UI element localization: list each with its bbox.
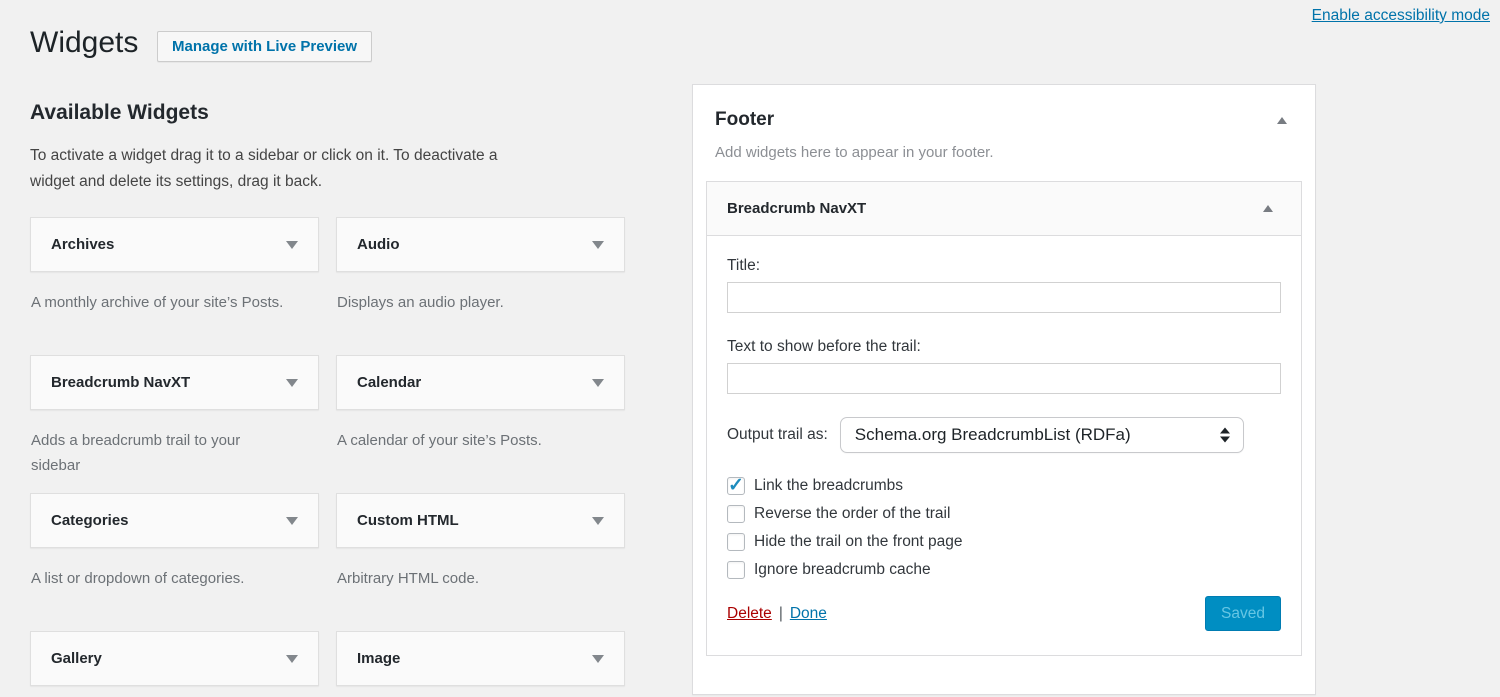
widget-card-title: Breadcrumb NavXT — [51, 374, 190, 391]
ignore-cache-checkbox[interactable]: ✓ — [727, 561, 745, 579]
widget-cell-image: Image — [336, 631, 625, 697]
widgets-admin-page: Enable accessibility mode Widgets Manage… — [0, 0, 1500, 697]
widget-card-title: Gallery — [51, 650, 102, 667]
link-breadcrumbs-checkbox[interactable]: ✓ — [727, 477, 745, 495]
output-trail-row: Output trail as: Schema.org BreadcrumbLi… — [727, 417, 1281, 453]
widget-cell-gallery: Gallery — [30, 631, 319, 697]
checkbox-label: Reverse the order of the trail — [754, 505, 950, 523]
widget-card-gallery[interactable]: Gallery — [30, 631, 319, 686]
page-title: Widgets — [30, 26, 138, 60]
checkbox-row-link-breadcrumbs[interactable]: ✓ Link the breadcrumbs — [727, 477, 1281, 495]
widget-cell-calendar: Calendar A calendar of your site’s Posts… — [336, 355, 625, 493]
footer-panel-title: Footer — [715, 109, 774, 131]
title-field-label: Title: — [727, 257, 1281, 275]
widget-description: A calendar of your site’s Posts. — [336, 429, 591, 454]
checkbox-row-ignore-cache[interactable]: ✓ Ignore breadcrumb cache — [727, 561, 1281, 579]
chevron-down-icon — [592, 655, 604, 663]
widget-cell-audio: Audio Displays an audio player. — [336, 217, 625, 355]
enable-accessibility-mode-link[interactable]: Enable accessibility mode — [1312, 7, 1490, 25]
widget-description: A list or dropdown of categories. — [30, 567, 285, 592]
widget-card-audio[interactable]: Audio — [336, 217, 625, 272]
chevron-down-icon — [592, 241, 604, 249]
checkbox-label: Link the breadcrumbs — [754, 477, 903, 495]
widget-description: Displays an audio player. — [336, 291, 591, 316]
delete-link[interactable]: Delete — [727, 605, 772, 623]
widget-card-title: Archives — [51, 236, 114, 253]
collapse-up-icon[interactable] — [1263, 205, 1273, 212]
widget-cell-categories: Categories A list or dropdown of categor… — [30, 493, 319, 631]
breadcrumb-navxt-widget-header[interactable]: Breadcrumb NavXT — [707, 182, 1301, 236]
link-separator: | — [779, 605, 783, 623]
widget-description: Adds a breadcrumb trail to your sidebar — [30, 429, 285, 479]
pretext-field-label: Text to show before the trail: — [727, 338, 1281, 356]
widget-cell-archives: Archives A monthly archive of your site’… — [30, 217, 319, 355]
widget-card-image[interactable]: Image — [336, 631, 625, 686]
options-checkbox-group: ✓ Link the breadcrumbs ✓ Reverse the ord… — [727, 477, 1281, 579]
available-widgets-description: To activate a widget drag it to a sideba… — [30, 143, 542, 194]
widget-card-categories[interactable]: Categories — [30, 493, 319, 548]
widget-card-custom-html[interactable]: Custom HTML — [336, 493, 625, 548]
footer-sidebar-panel: Footer Add widgets here to appear in you… — [692, 84, 1316, 695]
widget-card-calendar[interactable]: Calendar — [336, 355, 625, 410]
widget-card-archives[interactable]: Archives — [30, 217, 319, 272]
widget-card-title: Calendar — [357, 374, 421, 391]
breadcrumb-navxt-settings-form: Title: Text to show before the trail: Ou… — [707, 236, 1301, 655]
chevron-down-icon — [592, 517, 604, 525]
output-trail-label: Output trail as: — [727, 426, 828, 444]
widget-actions-row: Delete | Done Saved — [727, 596, 1281, 631]
breadcrumb-navxt-expanded-widget: Breadcrumb NavXT Title: Text to show bef… — [706, 181, 1302, 656]
pretext-input[interactable] — [727, 363, 1281, 394]
checkbox-label: Hide the trail on the front page — [754, 533, 963, 551]
widget-card-breadcrumb-navxt[interactable]: Breadcrumb NavXT — [30, 355, 319, 410]
checkbox-row-reverse-order[interactable]: ✓ Reverse the order of the trail — [727, 505, 1281, 523]
checkmark-icon: ✓ — [728, 474, 744, 497]
footer-panel-description: Add widgets here to appear in your foote… — [715, 144, 1293, 161]
breadcrumb-navxt-widget-title: Breadcrumb NavXT — [727, 200, 866, 217]
output-trail-select[interactable]: Schema.org BreadcrumbList (RDFa) — [840, 417, 1244, 453]
widget-description: Arbitrary HTML code. — [336, 567, 591, 592]
checkbox-label: Ignore breadcrumb cache — [754, 561, 931, 579]
manage-with-live-preview-button[interactable]: Manage with Live Preview — [157, 31, 372, 62]
title-input[interactable] — [727, 282, 1281, 313]
saved-button[interactable]: Saved — [1205, 596, 1281, 631]
available-widgets-grid: Archives A monthly archive of your site’… — [30, 217, 625, 697]
chevron-down-icon — [286, 379, 298, 387]
widget-description: A monthly archive of your site’s Posts. — [30, 291, 285, 316]
widget-cell-custom-html: Custom HTML Arbitrary HTML code. — [336, 493, 625, 631]
chevron-down-icon — [286, 655, 298, 663]
widget-card-title: Categories — [51, 512, 129, 529]
done-link[interactable]: Done — [790, 605, 827, 623]
footer-panel-header[interactable]: Footer — [693, 85, 1315, 131]
output-trail-selected-value: Schema.org BreadcrumbList (RDFa) — [855, 425, 1131, 445]
widget-card-title: Custom HTML — [357, 512, 459, 529]
chevron-down-icon — [286, 517, 298, 525]
chevron-down-icon — [286, 241, 298, 249]
select-arrows-icon — [1220, 428, 1230, 443]
checkbox-row-hide-front-page[interactable]: ✓ Hide the trail on the front page — [727, 533, 1281, 551]
widget-card-title: Audio — [357, 236, 400, 253]
widget-cell-breadcrumb-navxt: Breadcrumb NavXT Adds a breadcrumb trail… — [30, 355, 319, 493]
reverse-order-checkbox[interactable]: ✓ — [727, 505, 745, 523]
collapse-up-icon[interactable] — [1277, 117, 1287, 124]
available-widgets-heading: Available Widgets — [30, 101, 209, 125]
hide-front-page-checkbox[interactable]: ✓ — [727, 533, 745, 551]
chevron-down-icon — [592, 379, 604, 387]
widget-card-title: Image — [357, 650, 400, 667]
